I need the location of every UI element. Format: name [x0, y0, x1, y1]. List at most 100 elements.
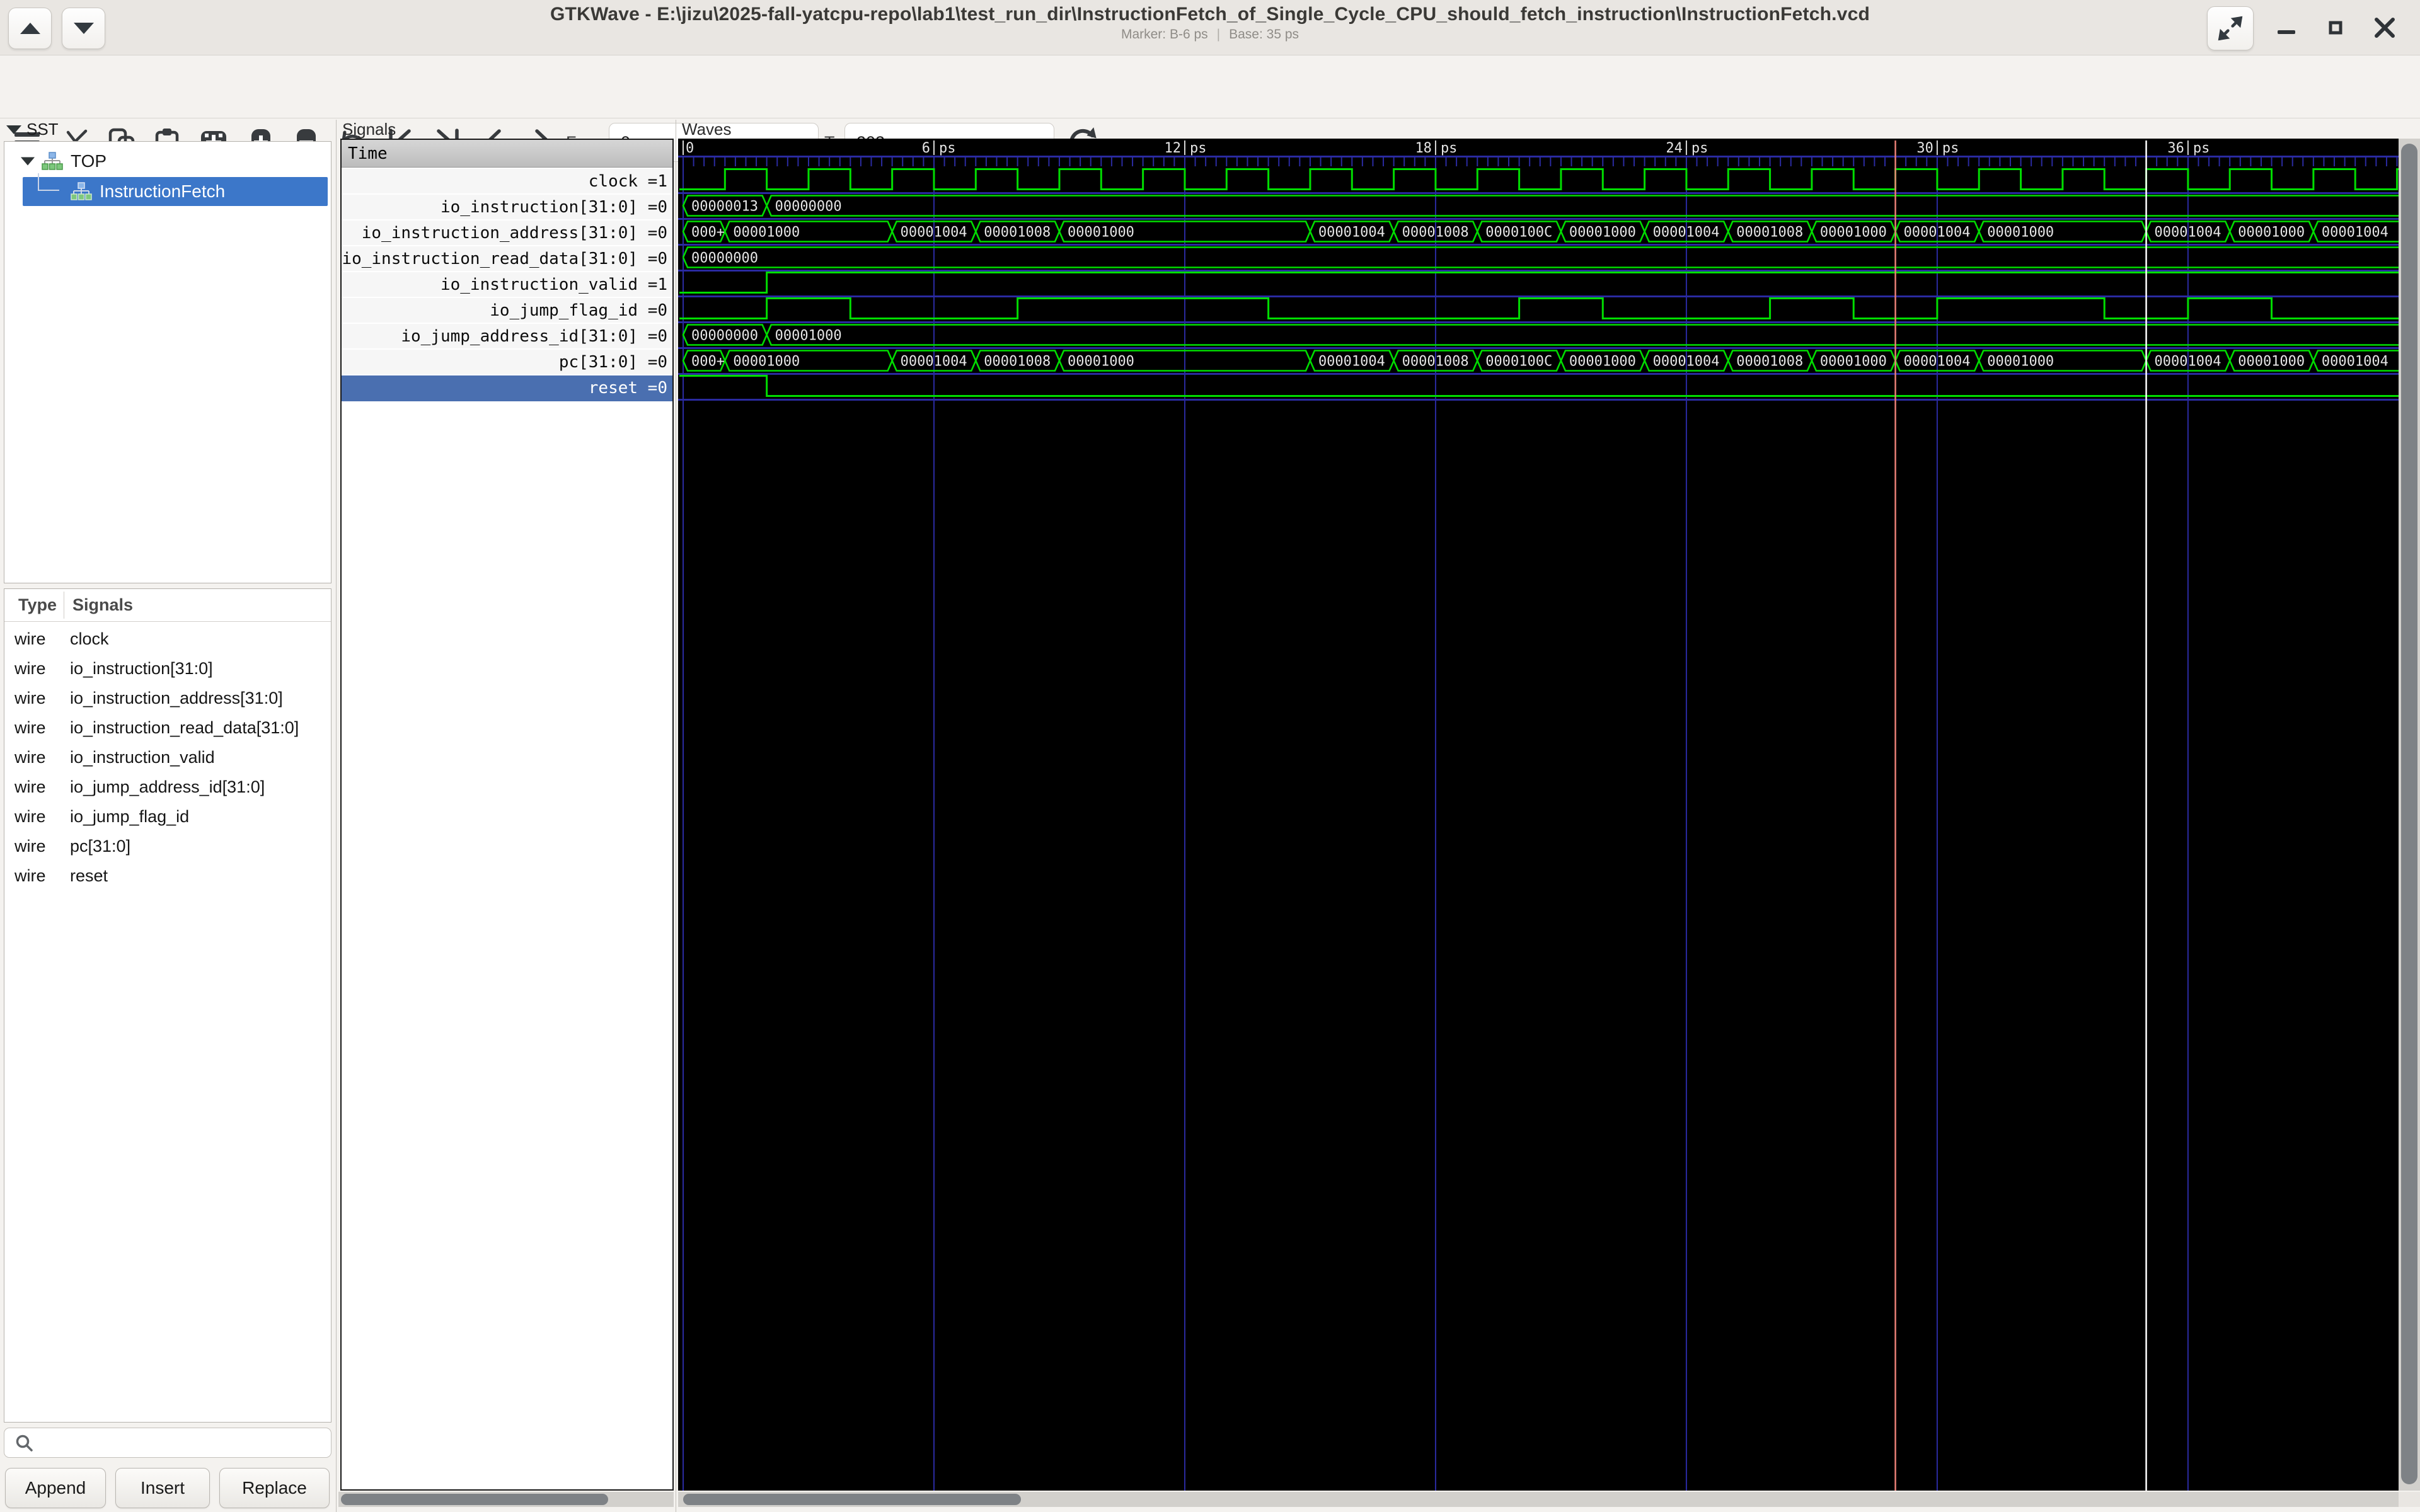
- svg-text:00001000: 00001000: [1068, 225, 1134, 241]
- svg-text:00001004: 00001004: [2155, 225, 2221, 241]
- toolbar: From: 0 sec To: 203 ps: [0, 56, 2420, 118]
- titlebar: GTKWave - E:\jizu\2025-fall-yatcpu-repo\…: [0, 0, 2420, 55]
- replace-button[interactable]: Replace: [219, 1468, 330, 1508]
- wire-type: wire: [14, 748, 46, 767]
- wire-row[interactable]: wireio_jump_flag_id: [4, 802, 331, 832]
- wire-row[interactable]: wireio_jump_address_id[31:0]: [4, 772, 331, 802]
- signals-hscrollbar-thumb[interactable]: [341, 1494, 608, 1505]
- signal-row[interactable]: io_instruction_valid =1: [342, 272, 672, 298]
- wire-name: io_jump_flag_id: [70, 807, 189, 827]
- svg-text:00001008: 00001008: [984, 354, 1051, 370]
- signal-row[interactable]: io_jump_address_id[31:0] =0: [342, 324, 672, 350]
- tree-item-instructionfetch[interactable]: InstructionFetch: [5, 177, 330, 206]
- tree-item-top[interactable]: TOP: [5, 147, 330, 176]
- signal-row[interactable]: io_instruction_address[31:0] =0: [342, 220, 672, 246]
- svg-text:00001000: 00001000: [733, 354, 800, 370]
- wire-name: clock: [70, 629, 109, 649]
- base-status: Base: 35 ps: [1229, 27, 1299, 42]
- svg-text:00001008: 00001008: [1736, 354, 1803, 370]
- wire-row[interactable]: wirepc[31:0]: [4, 832, 331, 861]
- wire-row[interactable]: wire reset: [4, 861, 331, 891]
- waves-canvas[interactable]: 06ps12ps18ps24ps30ps36ps0000001300000000…: [678, 139, 2399, 1491]
- svg-text:ps: ps: [2193, 140, 2210, 156]
- svg-text:30: 30: [1916, 140, 1933, 156]
- svg-text:00001004: 00001004: [1318, 225, 1385, 241]
- svg-text:00001004: 00001004: [901, 354, 967, 370]
- sst-header[interactable]: SST: [6, 120, 59, 139]
- svg-text:00001008: 00001008: [1402, 225, 1469, 241]
- signal-row[interactable]: io_jump_flag_id =0: [342, 298, 672, 324]
- svg-text:00001004: 00001004: [1653, 354, 1720, 370]
- svg-text:00001000: 00001000: [2238, 225, 2305, 241]
- signals-column-header[interactable]: Signals: [72, 595, 133, 615]
- marker-status: Marker: B-6 ps: [1121, 27, 1208, 42]
- maximize-button[interactable]: [2320, 0, 2351, 55]
- wire-row[interactable]: wire io_instruction_valid: [4, 743, 331, 772]
- marker-statusline: Marker: B-6 ps|Base: 35 ps: [0, 27, 2420, 42]
- wire-name: io_instruction_valid: [70, 748, 215, 767]
- wire-type: wire: [14, 629, 46, 649]
- signal-row[interactable]: reset =0: [342, 375, 672, 401]
- svg-text:ps: ps: [939, 140, 956, 156]
- svg-text:12: 12: [1164, 140, 1181, 156]
- sst-collapse-icon[interactable]: [6, 125, 21, 134]
- append-button[interactable]: Append: [5, 1468, 106, 1508]
- signal-type-table: Type Signals wireclockwireio_instruction…: [4, 588, 331, 1423]
- expand-icon: [2216, 14, 2244, 42]
- wire-row[interactable]: wire clock: [4, 624, 331, 654]
- expand-window-button[interactable]: [2207, 6, 2254, 50]
- waves-pane-label: Waves: [682, 120, 732, 139]
- close-button[interactable]: [2368, 0, 2401, 55]
- svg-text:00001004: 00001004: [1904, 225, 1971, 241]
- wire-row[interactable]: wireio_instruction[31:0]: [4, 654, 331, 684]
- signal-row[interactable]: clock =1: [342, 169, 672, 195]
- wire-type: wire: [14, 718, 46, 738]
- svg-text:0000100C: 0000100C: [1485, 354, 1552, 370]
- wire-type: wire: [14, 866, 46, 886]
- tree-connector: [38, 173, 59, 191]
- svg-text:36: 36: [2167, 140, 2184, 156]
- svg-text:00001004: 00001004: [901, 225, 967, 241]
- wire-name: io_instruction_read_data[31:0]: [70, 718, 299, 738]
- signals-list: Time clock =1io_instruction[31:0] =0io_i…: [340, 139, 674, 1491]
- svg-text:00000000: 00000000: [691, 328, 758, 344]
- expander-icon[interactable]: [21, 158, 35, 166]
- wire-name: reset: [70, 866, 108, 886]
- sst-header-label: SST: [26, 120, 59, 139]
- svg-text:00001004: 00001004: [1904, 354, 1971, 370]
- waves-vscrollbar-thumb[interactable]: [2401, 144, 2417, 1484]
- svg-text:00001000: 00001000: [1068, 354, 1134, 370]
- minimize-button[interactable]: [2271, 0, 2302, 55]
- svg-text:00001004: 00001004: [1318, 354, 1385, 370]
- signal-row[interactable]: pc[31:0] =0: [342, 350, 672, 375]
- insert-button[interactable]: Insert: [115, 1468, 210, 1508]
- wire-type: wire: [14, 689, 46, 708]
- waves-hscrollbar[interactable]: [678, 1492, 2399, 1507]
- pane-divider[interactable]: [336, 120, 337, 1512]
- svg-text:00001004: 00001004: [2155, 354, 2221, 370]
- wire-row[interactable]: wireio_instruction_address[31:0]: [4, 684, 331, 713]
- waves-vscrollbar[interactable]: [2399, 139, 2420, 1491]
- module-icon: [42, 152, 63, 171]
- signals-hscrollbar[interactable]: [338, 1492, 674, 1507]
- type-column-header[interactable]: Type: [18, 595, 57, 615]
- svg-text:00001000: 00001000: [1569, 354, 1636, 370]
- svg-text:00001004: 00001004: [1653, 225, 1720, 241]
- waves-hscrollbar-thumb[interactable]: [683, 1494, 1021, 1505]
- wire-row[interactable]: wire io_instruction_read_data[31:0]: [4, 713, 331, 743]
- svg-text:24: 24: [1666, 140, 1683, 156]
- svg-text:00000000: 00000000: [691, 251, 758, 266]
- svg-text:6: 6: [922, 140, 930, 156]
- svg-text:000+: 000+: [691, 354, 725, 370]
- svg-text:00001000: 00001000: [733, 225, 800, 241]
- signal-row[interactable]: io_instruction_read_data[31:0] =0: [342, 246, 672, 272]
- wire-type: wire: [14, 837, 46, 856]
- search-icon: [14, 1433, 35, 1453]
- signal-row[interactable]: io_instruction[31:0] =0: [342, 195, 672, 220]
- svg-text:18: 18: [1415, 140, 1432, 156]
- time-header[interactable]: Time: [342, 140, 672, 168]
- scrollbar-corner: [2399, 1492, 2420, 1507]
- svg-text:ps: ps: [1441, 140, 1458, 156]
- close-icon: [2368, 11, 2401, 44]
- signal-search-input[interactable]: [4, 1428, 331, 1458]
